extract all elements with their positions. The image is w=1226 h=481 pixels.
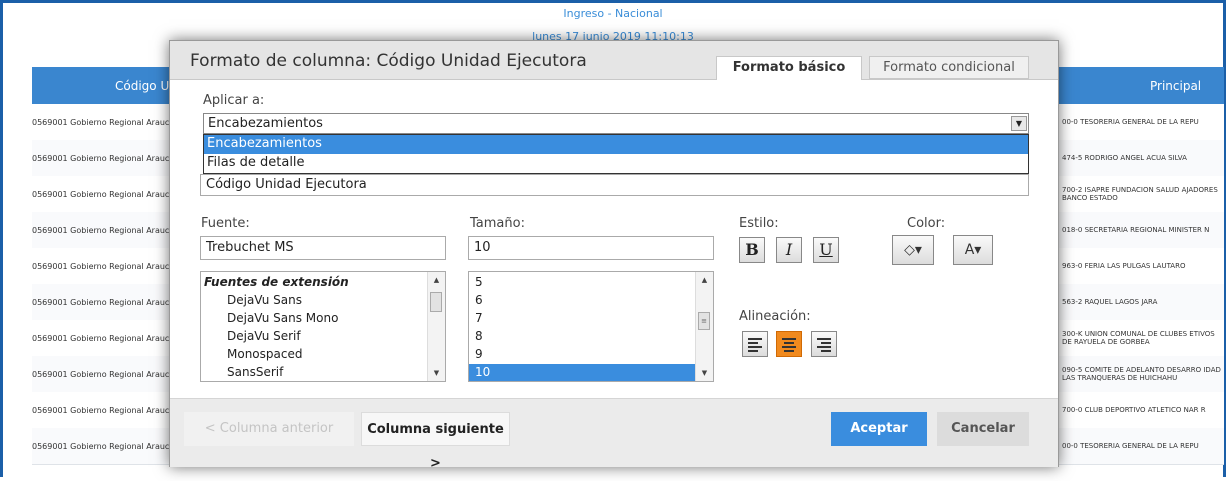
scroll-thumb[interactable] — [430, 292, 442, 312]
font-list-scrollbar[interactable]: ▲ ▼ — [427, 272, 445, 381]
option-encabezamientos[interactable]: Encabezamientos — [204, 135, 1028, 154]
column-format-dialog: Formato de columna: Código Unidad Ejecut… — [169, 40, 1059, 471]
scroll-thumb[interactable]: ≡ — [698, 312, 710, 330]
size-item[interactable]: 8 — [475, 328, 483, 346]
cell-principal: 090-5 COMITE DE ADELANTO DESARRO IDAD LA… — [1062, 366, 1221, 382]
cell-unidad: 0569001 Gobierno Regional Arauca — [32, 225, 175, 235]
font-item-dejavu-serif[interactable]: DejaVu Serif — [227, 328, 301, 346]
apply-to-dropdown: Encabezamientos Filas de detalle — [203, 134, 1029, 174]
size-item[interactable]: 5 — [475, 274, 483, 292]
cancel-button[interactable]: Cancelar — [937, 412, 1029, 446]
chevron-down-icon[interactable]: ▼ — [1011, 116, 1027, 131]
size-list[interactable]: 5 6 7 8 9 10 ▲ ≡ ▼ — [468, 271, 714, 382]
font-field[interactable]: Trebuchet MS — [200, 236, 446, 260]
cell-principal: 700-0 CLUB DEPORTIVO ATLETICO NAR R — [1062, 406, 1206, 414]
scroll-up-icon[interactable]: ▲ — [696, 272, 713, 288]
cell-unidad: 0569001 Gobierno Regional Arauca — [32, 189, 175, 199]
cell-unidad: 0569001 Gobierno Regional Arauca — [32, 261, 175, 271]
cell-principal: 563-2 RAQUEL LAGOS JARA — [1062, 298, 1158, 306]
bold-button[interactable]: B — [739, 237, 765, 263]
dialog-footer: < Columna anterior Columna siguiente > A… — [170, 398, 1058, 471]
header-text-field[interactable]: Código Unidad Ejecutora — [200, 174, 1029, 196]
size-item-selected[interactable]: 10 — [469, 364, 696, 381]
cell-unidad: 0569001 Gobierno Regional Arauca — [32, 441, 175, 451]
cell-unidad: 0569001 Gobierno Regional Arauca — [32, 297, 175, 307]
cell-principal: 00-0 TESORERIA GENERAL DE LA REPU — [1062, 442, 1199, 450]
font-item-monospaced[interactable]: Monospaced — [227, 346, 302, 364]
style-label: Estilo: — [739, 216, 779, 231]
size-item[interactable]: 6 — [475, 292, 483, 310]
font-item-dejavu-sans[interactable]: DejaVu Sans — [227, 292, 302, 310]
scroll-up-icon[interactable]: ▲ — [428, 272, 445, 288]
cell-principal: 300-K UNION COMUNAL DE CLUBES ETIVOS DE … — [1062, 330, 1215, 346]
font-item-sansserif[interactable]: SansSerif — [227, 364, 283, 381]
align-right-button[interactable] — [811, 331, 837, 357]
cell-unidad: 0569001 Gobierno Regional Arauca — [32, 405, 175, 415]
fill-color-button[interactable]: ◇▾ — [892, 235, 934, 265]
dialog-header: Formato de columna: Código Unidad Ejecut… — [170, 41, 1058, 80]
previous-column-button[interactable]: < Columna anterior — [184, 412, 354, 446]
align-center-button[interactable] — [776, 331, 802, 357]
report-title: Ingreso - Nacional — [563, 7, 663, 20]
tab-conditional-format[interactable]: Formato condicional — [869, 56, 1029, 79]
size-field[interactable]: 10 — [468, 236, 714, 260]
text-color-button[interactable]: A▾ — [953, 235, 993, 265]
header-principal[interactable]: Principal — [1150, 79, 1201, 93]
cell-unidad: 0569001 Gobierno Regional Arauca — [32, 117, 175, 127]
scroll-down-icon[interactable]: ▼ — [428, 365, 445, 381]
size-item[interactable]: 7 — [475, 310, 483, 328]
scroll-down-icon[interactable]: ▼ — [696, 365, 713, 381]
cell-unidad: 0569001 Gobierno Regional Arauca — [32, 153, 175, 163]
cell-principal: 474-5 RODRIGO ANGEL ACUA SILVA — [1062, 154, 1187, 162]
next-column-button[interactable]: Columna siguiente > — [361, 412, 510, 471]
cell-unidad: 0569001 Gobierno Regional Arauca — [32, 369, 175, 379]
cell-principal: 963-0 FERIA LAS PULGAS LAUTARO — [1062, 262, 1186, 270]
apply-to-label: Aplicar a: — [203, 93, 265, 108]
font-list[interactable]: Fuentes de extensión DejaVu Sans DejaVu … — [200, 271, 446, 382]
size-item[interactable]: 9 — [475, 346, 483, 364]
cell-unidad: 0569001 Gobierno Regional Arauca — [32, 333, 175, 343]
size-list-scrollbar[interactable]: ▲ ≡ ▼ — [695, 272, 713, 381]
color-label: Color: — [907, 216, 946, 231]
cell-principal: 00-0 TESORERIA GENERAL DE LA REPU — [1062, 118, 1199, 126]
alignment-label: Alineación: — [739, 309, 811, 324]
dialog-title: Formato de columna: Código Unidad Ejecut… — [190, 51, 587, 71]
accept-button[interactable]: Aceptar — [831, 412, 927, 446]
font-label: Fuente: — [201, 216, 250, 231]
apply-to-select[interactable]: Encabezamientos ▼ — [203, 113, 1029, 134]
size-label: Tamaño: — [470, 216, 525, 231]
font-item-dejavu-sans-mono[interactable]: DejaVu Sans Mono — [227, 310, 338, 328]
cell-principal: 018-0 SECRETARIA REGIONAL MINISTER N — [1062, 226, 1210, 234]
align-left-button[interactable] — [742, 331, 768, 357]
italic-button[interactable]: I — [776, 237, 802, 263]
tab-basic-format[interactable]: Formato básico — [716, 56, 862, 80]
option-filas-de-detalle[interactable]: Filas de detalle — [204, 154, 1028, 173]
apply-to-value: Encabezamientos — [208, 116, 323, 131]
cell-principal: 700-2 ISAPRE FUNDACION SALUD AJADORES BA… — [1062, 186, 1218, 202]
font-list-group-heading: Fuentes de extensión — [204, 275, 349, 289]
underline-button[interactable]: U — [813, 237, 839, 263]
